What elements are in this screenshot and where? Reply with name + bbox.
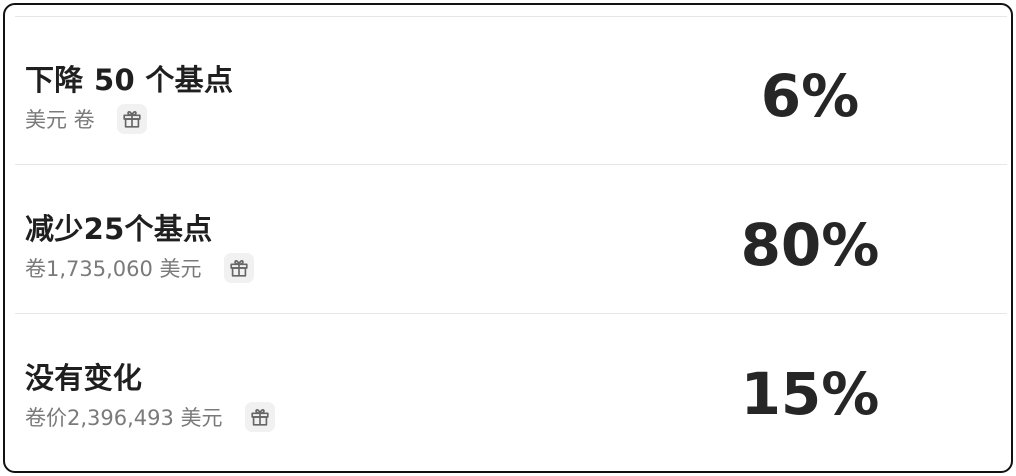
outcome-volume: 美元 卷 — [25, 108, 95, 132]
outcome-meta: 卷1,735,060 美元 — [25, 251, 254, 285]
outcome-volume: 卷1,735,060 美元 — [25, 257, 202, 281]
outcome-meta: 卷价2,396,493 美元 — [25, 400, 275, 434]
gift-icon[interactable] — [116, 104, 147, 134]
outcome-title: 减少25个基点 — [25, 212, 213, 246]
outcome-meta: 美元 卷 — [25, 102, 147, 136]
outcome-probability: 80% — [740, 211, 880, 279]
divider — [15, 164, 1007, 165]
outcome-title: 没有变化 — [25, 361, 143, 395]
gift-icon[interactable] — [244, 402, 275, 432]
gift-icon[interactable] — [223, 253, 254, 283]
outcome-volume: 卷价2,396,493 美元 — [25, 406, 223, 430]
outcome-probability: 6% — [760, 62, 860, 130]
outcome-row-down-25bp[interactable]: 减少25个基点 卷1,735,060 美元 80% — [5, 166, 1011, 314]
outcome-title: 下降 50 个基点 — [25, 63, 234, 97]
outcome-row-down-50bp[interactable]: 下降 50 个基点 美元 卷 6% — [5, 17, 1011, 165]
outcomes-panel: 下降 50 个基点 美元 卷 6% 减少25个基点 卷1,735,060 美元 — [3, 3, 1013, 473]
divider — [15, 313, 1007, 314]
outcome-row-no-change[interactable]: 没有变化 卷价2,396,493 美元 15% — [5, 315, 1011, 463]
outcome-probability: 15% — [740, 360, 880, 428]
